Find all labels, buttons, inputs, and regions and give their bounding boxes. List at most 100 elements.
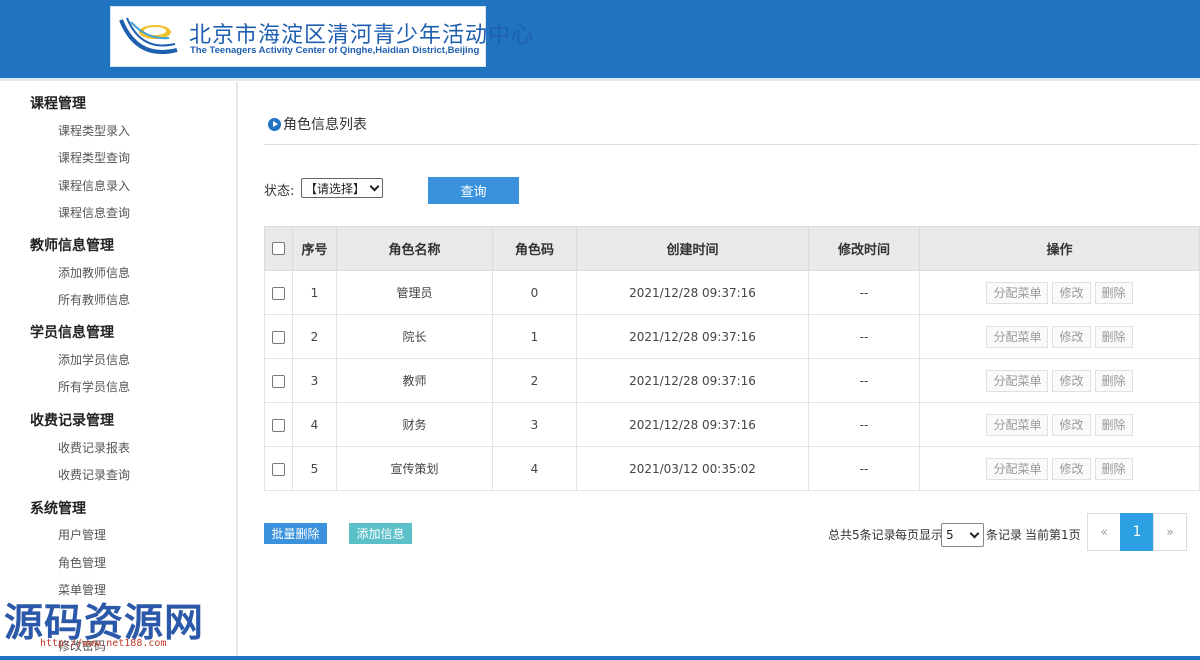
sidebar-item-fee-query[interactable]: 收费记录查询 xyxy=(58,466,130,483)
prev-page-button[interactable]: « xyxy=(1087,513,1121,551)
table-row: 4 财务 3 2021/12/28 09:37:16 -- 分配菜单 修改 删除 xyxy=(264,402,1200,447)
sidebar-item-role-management[interactable]: 角色管理 xyxy=(58,554,106,571)
cell-modified: -- xyxy=(808,358,920,403)
table-row: 2 院长 1 2021/12/28 09:37:16 -- 分配菜单 修改 删除 xyxy=(264,314,1200,359)
pager-records-suffix: 条记录 xyxy=(986,528,1023,542)
cell-role-name: 院长 xyxy=(336,314,493,359)
sidebar-item-user-management[interactable]: 用户管理 xyxy=(58,526,106,543)
chevron-down-icon xyxy=(369,181,380,192)
delete-button[interactable]: 删除 xyxy=(1094,281,1133,304)
bottom-bar xyxy=(0,656,1200,660)
play-circle-icon xyxy=(268,117,281,131)
page-title: 角色信息列表 xyxy=(268,114,367,134)
row-checkbox[interactable] xyxy=(272,286,285,300)
delete-button[interactable]: 删除 xyxy=(1094,325,1133,348)
logo: 北京市海淀区清河青少年活动中心 The Teenagers Activity C… xyxy=(110,6,533,67)
batch-delete-button[interactable]: 批量删除 xyxy=(264,523,327,544)
sidebar: 课程管理 课程类型录入 课程类型查询 课程信息录入 课程信息查询 教师信息管理 … xyxy=(0,82,238,660)
sidebar-item-all-teachers[interactable]: 所有教师信息 xyxy=(58,291,130,308)
edit-button[interactable]: 修改 xyxy=(1052,369,1091,392)
sidebar-group-system[interactable]: 系统管理 xyxy=(30,498,86,518)
cell-actions: 分配菜单 修改 删除 xyxy=(919,402,1200,447)
cell-modified: -- xyxy=(808,314,920,359)
page-1-button[interactable]: 1 xyxy=(1120,513,1154,551)
status-select[interactable]: 【请选择】 xyxy=(301,178,383,198)
sidebar-group-student[interactable]: 学员信息管理 xyxy=(30,322,114,342)
cell-created: 2021/03/12 00:35:02 xyxy=(576,446,809,491)
row-checkbox[interactable] xyxy=(272,374,285,388)
per-page-select[interactable]: 5 xyxy=(941,523,984,547)
table-header-row: 序号 角色名称 角色码 创建时间 修改时间 操作 xyxy=(264,226,1200,271)
assign-menu-button[interactable]: 分配菜单 xyxy=(986,369,1049,392)
cell-role-name: 财务 xyxy=(336,402,493,447)
assign-menu-button[interactable]: 分配菜单 xyxy=(986,281,1049,304)
role-table: 序号 角色名称 角色码 创建时间 修改时间 操作 1 管理员 0 2021/12… xyxy=(264,226,1200,491)
header: 北京市海淀区清河青少年活动中心 The Teenagers Activity C… xyxy=(0,0,1200,78)
edit-button[interactable]: 修改 xyxy=(1052,457,1091,480)
logo-emblem-icon xyxy=(119,17,178,54)
col-header-created: 创建时间 xyxy=(576,226,809,271)
row-checkbox[interactable] xyxy=(272,462,285,476)
sidebar-item-course-info-query[interactable]: 课程信息查询 xyxy=(58,204,130,221)
cell-actions: 分配菜单 修改 删除 xyxy=(919,270,1200,315)
next-page-button[interactable]: » xyxy=(1153,513,1187,551)
cell-role-name: 宣传策划 xyxy=(336,446,493,491)
select-all-checkbox[interactable] xyxy=(272,242,285,255)
table-row: 1 管理员 0 2021/12/28 09:37:16 -- 分配菜单 修改 删除 xyxy=(264,270,1200,315)
sidebar-item-course-type-entry[interactable]: 课程类型录入 xyxy=(58,122,130,139)
pager-total-text: 总共5条记录 xyxy=(828,528,896,542)
chevron-down-icon xyxy=(969,528,980,539)
row-checkbox[interactable] xyxy=(272,418,285,432)
delete-button[interactable]: 删除 xyxy=(1094,457,1133,480)
header-divider xyxy=(0,78,1200,81)
assign-menu-button[interactable]: 分配菜单 xyxy=(986,457,1049,480)
sidebar-group-fee[interactable]: 收费记录管理 xyxy=(30,410,114,430)
cell-actions: 分配菜单 修改 删除 xyxy=(919,446,1200,491)
assign-menu-button[interactable]: 分配菜单 xyxy=(986,413,1049,436)
sidebar-item-add-teacher[interactable]: 添加教师信息 xyxy=(58,264,130,281)
sidebar-group-teacher[interactable]: 教师信息管理 xyxy=(30,235,114,255)
cell-modified: -- xyxy=(808,270,920,315)
sidebar-item-course-type-query[interactable]: 课程类型查询 xyxy=(58,149,130,166)
table-row: 5 宣传策划 4 2021/03/12 00:35:02 -- 分配菜单 修改 删除 xyxy=(264,446,1200,491)
col-header-index: 序号 xyxy=(292,226,337,271)
main-content: 角色信息列表 状态: 【请选择】 查询 序号 角色名称 角色码 创建时间 修改时… xyxy=(240,82,1200,660)
cell-modified: -- xyxy=(808,402,920,447)
sidebar-item-all-students[interactable]: 所有学员信息 xyxy=(58,378,130,395)
col-header-actions: 操作 xyxy=(919,226,1200,271)
logo-english-text: The Teenagers Activity Center of Qinghe,… xyxy=(190,45,480,56)
row-checkbox[interactable] xyxy=(272,330,285,344)
cell-role-code: 4 xyxy=(492,446,577,491)
sidebar-group-course[interactable]: 课程管理 xyxy=(30,93,86,113)
row-select-cell xyxy=(264,446,293,491)
col-header-modified: 修改时间 xyxy=(808,226,920,271)
status-filter-label: 状态: xyxy=(264,184,295,199)
sidebar-item-add-student[interactable]: 添加学员信息 xyxy=(58,351,130,368)
status-select-value: 【请选择】 xyxy=(305,181,366,196)
pager-current-page-text: 当前第1页 xyxy=(1025,528,1081,542)
sidebar-item-course-info-entry[interactable]: 课程信息录入 xyxy=(58,177,130,194)
cell-role-name: 教师 xyxy=(336,358,493,403)
edit-button[interactable]: 修改 xyxy=(1052,281,1091,304)
edit-button[interactable]: 修改 xyxy=(1052,325,1091,348)
delete-button[interactable]: 删除 xyxy=(1094,413,1133,436)
cell-role-code: 2 xyxy=(492,358,577,403)
cell-index: 1 xyxy=(292,270,337,315)
assign-menu-button[interactable]: 分配菜单 xyxy=(986,325,1049,348)
cell-created: 2021/12/28 09:37:16 xyxy=(576,402,809,447)
cell-index: 3 xyxy=(292,358,337,403)
sidebar-item-fee-report[interactable]: 收费记录报表 xyxy=(58,439,130,456)
cell-role-code: 3 xyxy=(492,402,577,447)
table-row: 3 教师 2 2021/12/28 09:37:16 -- 分配菜单 修改 删除 xyxy=(264,358,1200,403)
cell-role-code: 1 xyxy=(492,314,577,359)
cell-index: 2 xyxy=(292,314,337,359)
cell-index: 4 xyxy=(292,402,337,447)
select-all-header xyxy=(264,226,293,271)
add-info-button[interactable]: 添加信息 xyxy=(349,523,412,544)
cell-actions: 分配菜单 修改 删除 xyxy=(919,314,1200,359)
cell-created: 2021/12/28 09:37:16 xyxy=(576,358,809,403)
edit-button[interactable]: 修改 xyxy=(1052,413,1091,436)
col-header-role-code: 角色码 xyxy=(492,226,577,271)
query-button[interactable]: 查询 xyxy=(428,177,519,204)
delete-button[interactable]: 删除 xyxy=(1094,369,1133,392)
